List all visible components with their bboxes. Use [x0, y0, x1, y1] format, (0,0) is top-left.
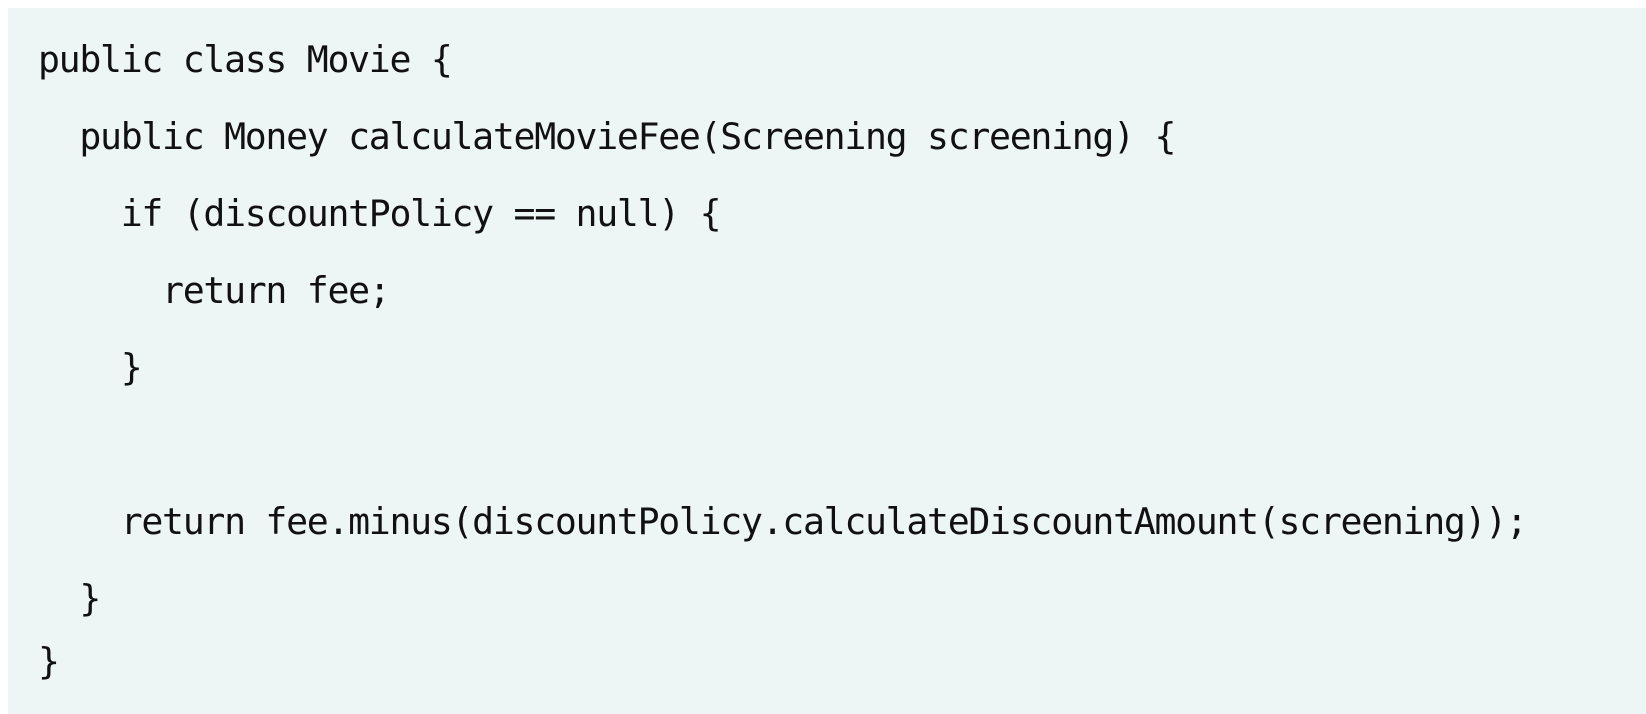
code-block: public class Movie { public Money calcul… [8, 8, 1646, 714]
code-line: return fee; [38, 269, 391, 312]
code-line: } [38, 640, 60, 683]
code-line: } [38, 346, 143, 389]
code-line: } [38, 577, 101, 620]
code-line: public Money calculateMovieFee(Screening… [38, 115, 1176, 158]
code-line: if (discountPolicy == null) { [38, 192, 722, 235]
code-line: return fee.minus(discountPolicy.calculat… [38, 500, 1528, 543]
code-line: public class Movie { [38, 38, 453, 81]
